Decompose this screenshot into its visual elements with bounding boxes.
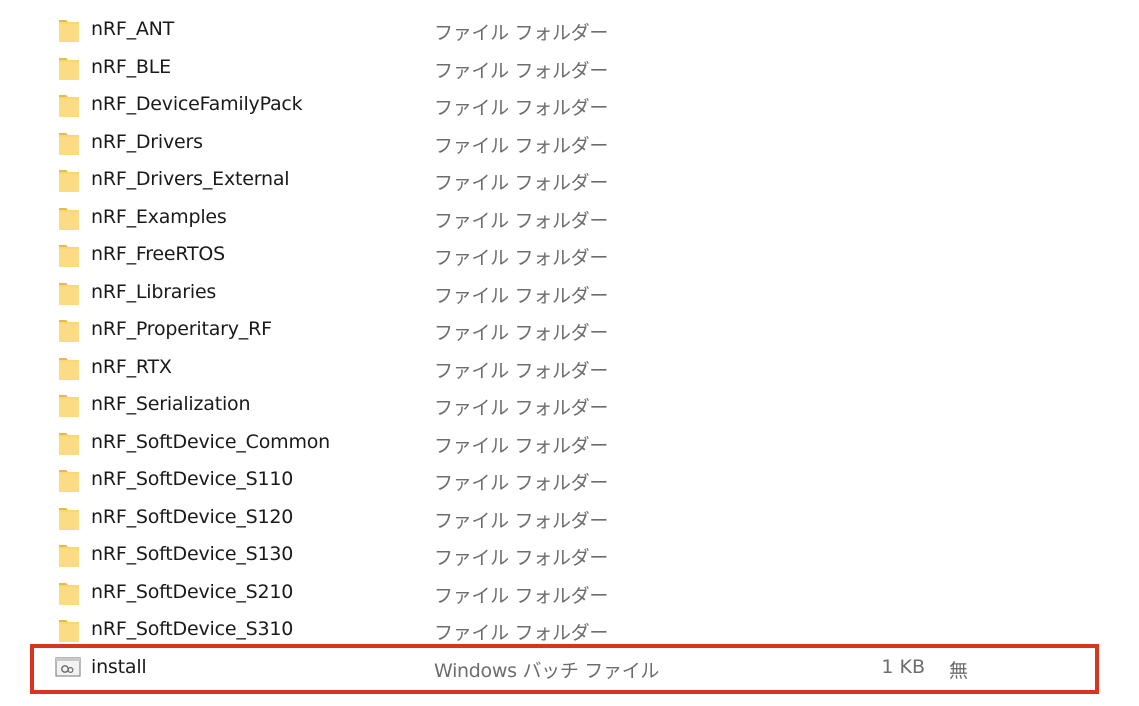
file-type: ファイル フォルダー xyxy=(434,397,609,419)
file-name: nRF_SoftDevice_S120 xyxy=(91,505,294,528)
install-file-row[interactable]: install Windows バッチ ファイル 1 KB 無 xyxy=(0,649,1139,687)
file-name: nRF_SoftDevice_S130 xyxy=(91,543,294,565)
file-name: nRF_Drivers_External xyxy=(91,168,290,190)
file-name: nRF_Examples xyxy=(91,205,227,228)
file-row[interactable]: nRF_RTX ファイル フォルダー xyxy=(0,349,1139,387)
folder-icon xyxy=(58,17,80,43)
file-name: nRF_Serialization xyxy=(91,393,251,415)
file-row[interactable]: nRF_SoftDevice_Common ファイル フォルダー xyxy=(0,424,1139,462)
file-row[interactable]: nRF_SoftDevice_S120 ファイル フォルダー xyxy=(0,499,1139,537)
file-type: ファイル フォルダー xyxy=(434,509,609,532)
file-type: ファイル フォルダー xyxy=(434,284,609,307)
folder-icon xyxy=(58,505,80,531)
folder-icon xyxy=(58,130,80,156)
file-type: Windows バッチ ファイル xyxy=(434,659,660,682)
file-name: install xyxy=(91,655,147,678)
file-name: nRF_SoftDevice_S310 xyxy=(91,618,294,640)
file-type: ファイル フォルダー xyxy=(434,22,609,44)
file-name: nRF_BLE xyxy=(91,55,171,78)
file-row[interactable]: nRF_DeviceFamilyPack ファイル フォルダー xyxy=(0,86,1139,124)
file-name: nRF_Libraries xyxy=(91,280,217,303)
file-name: nRF_Properitary_RF xyxy=(91,318,272,340)
file-type: ファイル フォルダー xyxy=(434,547,609,569)
file-row[interactable]: nRF_Properitary_RF ファイル フォルダー xyxy=(0,311,1139,349)
file-name: nRF_SoftDevice_S110 xyxy=(91,468,294,490)
folder-icon xyxy=(58,205,80,231)
folder-icon xyxy=(58,617,80,643)
file-type: ファイル フォルダー xyxy=(434,134,609,157)
file-row[interactable]: nRF_ANT ファイル フォルダー xyxy=(0,11,1139,49)
file-type: ファイル フォルダー xyxy=(434,434,609,457)
file-row[interactable]: nRF_Examples ファイル フォルダー xyxy=(0,199,1139,237)
file-type: ファイル フォルダー xyxy=(434,584,609,607)
file-type: ファイル フォルダー xyxy=(434,359,609,382)
folder-icon xyxy=(58,242,80,268)
folder-icon xyxy=(58,580,80,606)
file-list: nRF_ANT ファイル フォルダー nRF_BLE ファイル フォルダー nR… xyxy=(0,11,1139,686)
file-size: 1 KB xyxy=(881,655,925,678)
file-name: nRF_ANT xyxy=(91,18,175,40)
file-type: ファイル フォルダー xyxy=(434,59,609,82)
folder-icon xyxy=(58,55,80,81)
file-name: nRF_DeviceFamilyPack xyxy=(91,93,303,115)
file-extra: 無 xyxy=(949,659,969,682)
file-row[interactable]: nRF_SoftDevice_S210 ファイル フォルダー xyxy=(0,574,1139,612)
file-type: ファイル フォルダー xyxy=(434,322,609,344)
file-row[interactable]: nRF_BLE ファイル フォルダー xyxy=(0,49,1139,87)
file-row[interactable]: nRF_Drivers ファイル フォルダー xyxy=(0,124,1139,162)
file-type: ファイル フォルダー xyxy=(434,97,609,119)
file-name: nRF_SoftDevice_S210 xyxy=(91,580,294,603)
file-type: ファイル フォルダー xyxy=(434,172,609,194)
batch-file-icon xyxy=(55,656,81,679)
folder-icon xyxy=(58,542,80,568)
folder-icon xyxy=(58,92,80,118)
file-row[interactable]: nRF_Drivers_External ファイル フォルダー xyxy=(0,161,1139,199)
folder-icon xyxy=(58,317,80,343)
file-row[interactable]: nRF_FreeRTOS ファイル フォルダー xyxy=(0,236,1139,274)
file-name: nRF_Drivers xyxy=(91,130,203,153)
folder-icon xyxy=(58,167,80,193)
file-type: ファイル フォルダー xyxy=(434,622,609,644)
file-row[interactable]: nRF_Libraries ファイル フォルダー xyxy=(0,274,1139,312)
folder-icon xyxy=(58,392,80,418)
file-row[interactable]: nRF_Serialization ファイル フォルダー xyxy=(0,386,1139,424)
file-type: ファイル フォルダー xyxy=(434,247,609,269)
folder-icon xyxy=(58,355,80,381)
file-name: nRF_FreeRTOS xyxy=(91,243,226,265)
file-type: ファイル フォルダー xyxy=(434,209,609,232)
file-name: nRF_SoftDevice_Common xyxy=(91,430,331,453)
file-type: ファイル フォルダー xyxy=(434,472,609,494)
file-name: nRF_RTX xyxy=(91,355,172,378)
file-row[interactable]: nRF_SoftDevice_S310 ファイル フォルダー xyxy=(0,611,1139,649)
file-row[interactable]: nRF_SoftDevice_S110 ファイル フォルダー xyxy=(0,461,1139,499)
folder-icon xyxy=(58,430,80,456)
folder-icon xyxy=(58,280,80,306)
folder-icon xyxy=(58,467,80,493)
file-row[interactable]: nRF_SoftDevice_S130 ファイル フォルダー xyxy=(0,536,1139,574)
